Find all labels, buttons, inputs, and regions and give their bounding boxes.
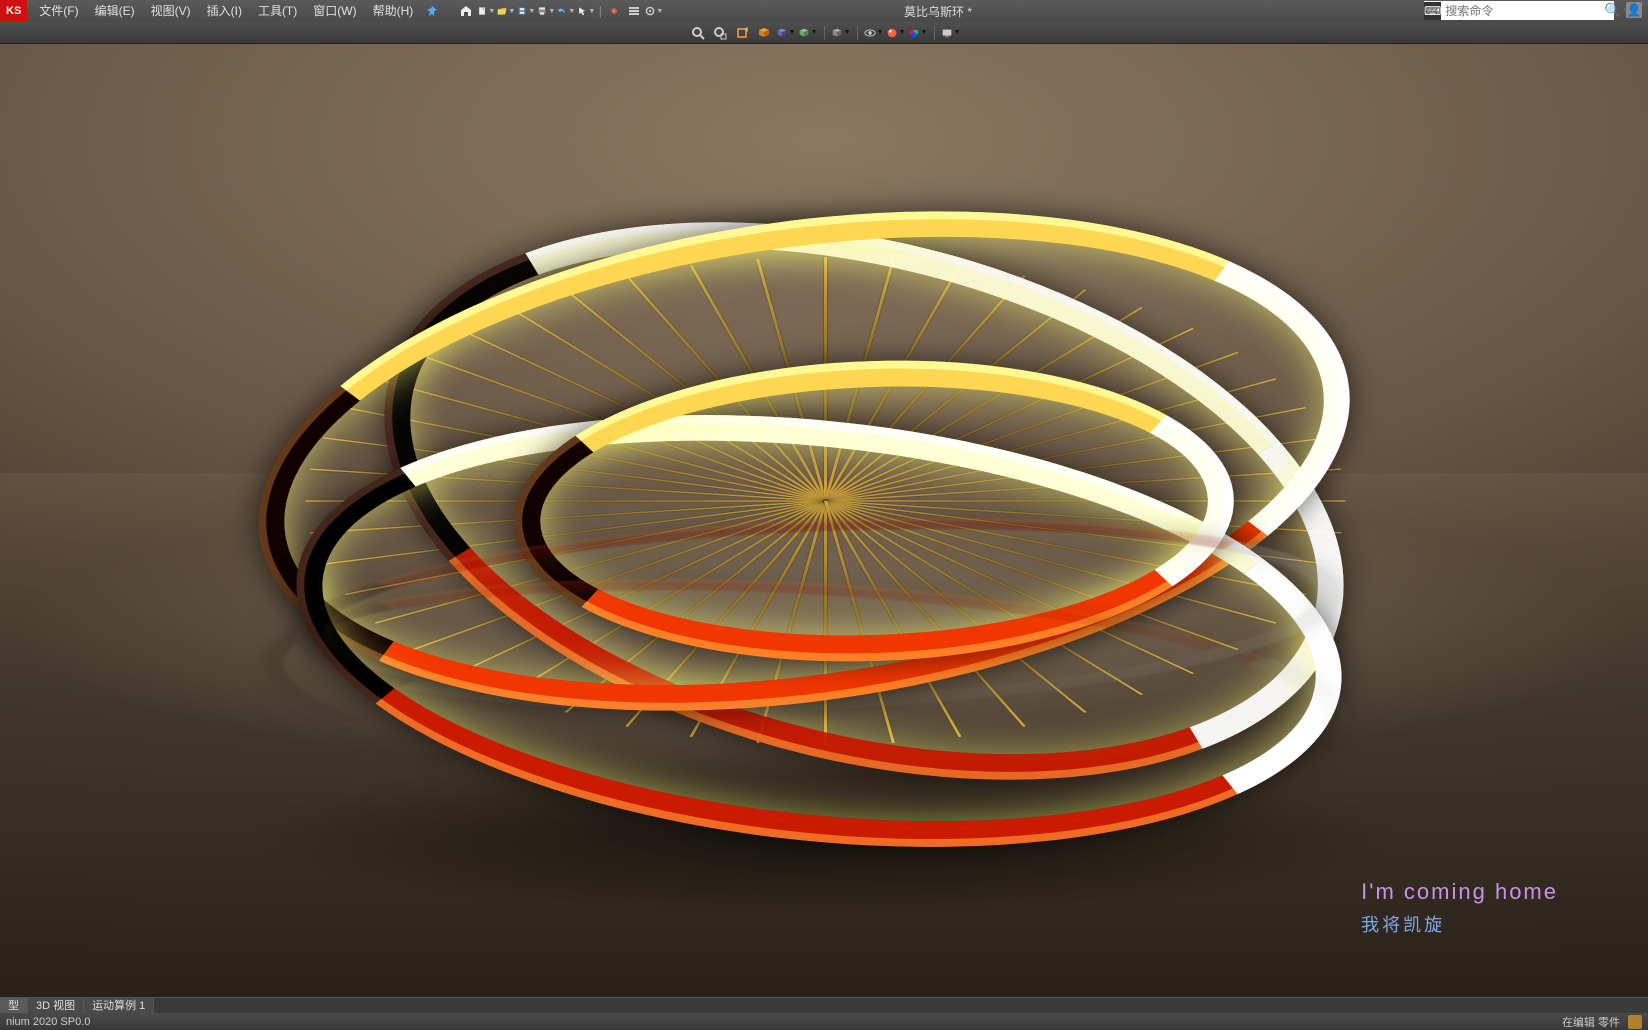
view-orient-icon[interactable]: ▼ — [776, 24, 796, 42]
search-icon[interactable]: 🔍 — [1604, 2, 1621, 19]
pin-icon[interactable] — [427, 5, 439, 17]
separator — [857, 26, 858, 40]
main-menu: 文件(F) 编辑(E) 视图(V) 插入(I) 工具(T) 窗口(W) 帮助(H… — [31, 0, 421, 22]
section-icon[interactable] — [754, 24, 774, 42]
render-icon[interactable]: ▼ — [941, 24, 961, 42]
separator — [934, 26, 935, 40]
menu-bar: KS 文件(F) 编辑(E) 视图(V) 插入(I) 工具(T) 窗口(W) 帮… — [0, 0, 1648, 22]
status-version: nium 2020 SP0.0 — [6, 1016, 90, 1028]
app-logo: KS — [0, 0, 27, 22]
settings-icon[interactable]: ▼ — [645, 2, 663, 20]
eye-icon[interactable]: ▼ — [864, 24, 884, 42]
menu-insert[interactable]: 插入(I) — [199, 0, 250, 22]
menu-tools[interactable]: 工具(T) — [250, 0, 305, 22]
menu-help[interactable]: 帮助(H) — [365, 0, 422, 22]
hide-show-icon[interactable]: ▼ — [831, 24, 851, 42]
user-account-icon[interactable]: 👤 — [1626, 2, 1642, 18]
menu-window[interactable]: 窗口(W) — [305, 0, 364, 22]
command-search[interactable]: ⌨ 🔍 ▼ — [1424, 1, 1614, 20]
quick-access-toolbar: ▼ ▼ ▼ ▼ ▼ ▼ | ▼ — [457, 2, 663, 20]
caption-chinese: 我将凯旋 — [1361, 911, 1558, 937]
floor-reflection — [174, 493, 1474, 853]
caption-overlay: I'm coming home 我将凯旋 — [1361, 879, 1558, 937]
rebuild-icon[interactable] — [605, 2, 623, 20]
new-icon[interactable]: ▼ — [477, 2, 495, 20]
menu-edit[interactable]: 编辑(E) — [87, 0, 143, 22]
menu-view[interactable]: 视图(V) — [143, 0, 199, 22]
edit-appearance-icon[interactable]: ▼ — [886, 24, 906, 42]
menu-file[interactable]: 文件(F) — [31, 0, 86, 22]
select-icon[interactable]: ▼ — [577, 2, 595, 20]
apply-scene-icon[interactable]: ▼ — [908, 24, 928, 42]
status-bar: nium 2020 SP0.0 在编辑 零件 — [0, 1013, 1648, 1030]
caption-english: I'm coming home — [1361, 879, 1558, 905]
options-icon[interactable] — [625, 2, 643, 20]
viewport-3d[interactable]: // placeholder – struts generated below … — [0, 44, 1648, 997]
open-icon[interactable]: ▼ — [497, 2, 515, 20]
bottom-tabs: 型 3D 视图 运动算例 1 — [0, 997, 1648, 1013]
display-style-icon[interactable]: ▼ — [798, 24, 818, 42]
tab-motion[interactable]: 运动算例 1 — [84, 998, 154, 1014]
zoom-area-icon[interactable] — [710, 24, 730, 42]
tab-3dview[interactable]: 3D 视图 — [28, 998, 84, 1014]
document-title: 莫比乌斯环 * — [904, 3, 972, 20]
search-input[interactable] — [1441, 4, 1604, 18]
status-icon[interactable] — [1628, 1015, 1642, 1029]
home-icon[interactable] — [457, 2, 475, 20]
status-mode: 在编辑 零件 — [1562, 1014, 1620, 1030]
save-icon[interactable]: ▼ — [517, 2, 535, 20]
undo-icon[interactable]: ▼ — [557, 2, 575, 20]
print-icon[interactable]: ▼ — [537, 2, 555, 20]
view-toolbar: ▼ ▼ ▼ ▼ ▼ ▼ ▼ — [0, 22, 1648, 44]
tab-model[interactable]: 型 — [0, 998, 28, 1014]
zoom-fit-icon[interactable] — [688, 24, 708, 42]
command-prompt-icon: ⌨ — [1424, 2, 1441, 20]
separator — [824, 26, 825, 40]
prev-view-icon[interactable] — [732, 24, 752, 42]
separator: | — [597, 2, 603, 20]
